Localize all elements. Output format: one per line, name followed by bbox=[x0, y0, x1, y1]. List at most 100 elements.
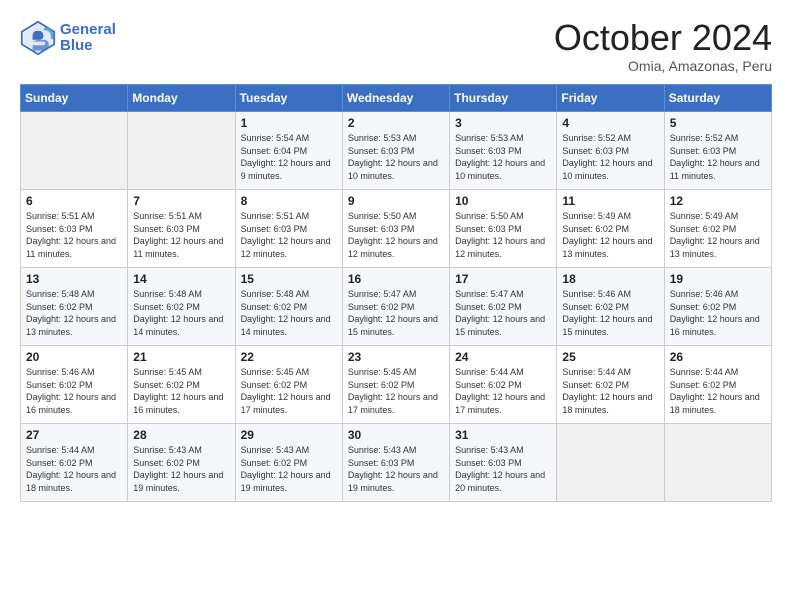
day-number: 24 bbox=[455, 350, 551, 364]
day-info: Sunrise: 5:54 AMSunset: 6:04 PMDaylight:… bbox=[241, 132, 337, 182]
day-info: Sunrise: 5:48 AMSunset: 6:02 PMDaylight:… bbox=[26, 288, 122, 338]
day-number: 13 bbox=[26, 272, 122, 286]
day-info: Sunrise: 5:50 AMSunset: 6:03 PMDaylight:… bbox=[348, 210, 444, 260]
day-info: Sunrise: 5:44 AMSunset: 6:02 PMDaylight:… bbox=[26, 444, 122, 494]
calendar-cell: 7Sunrise: 5:51 AMSunset: 6:03 PMDaylight… bbox=[128, 190, 235, 268]
calendar-cell: 27 Sunrise: 5:44 AMSunset: 6:02 PMDayligh… bbox=[21, 424, 128, 502]
day-number: 12 bbox=[670, 194, 766, 208]
calendar-table: SundayMondayTuesdayWednesdayThursdayFrid… bbox=[20, 84, 772, 502]
month-title: October 2024 bbox=[554, 20, 772, 56]
calendar-cell: 25 Sunrise: 5:44 AMSunset: 6:02 PMDayligh… bbox=[557, 346, 664, 424]
logo: General Blue bbox=[20, 20, 116, 56]
calendar-cell: 11 Sunrise: 5:49 AMSunset: 6:02 PMDayligh… bbox=[557, 190, 664, 268]
calendar-cell bbox=[664, 424, 771, 502]
calendar-cell: 31 Sunrise: 5:43 AMSunset: 6:03 PMDayligh… bbox=[450, 424, 557, 502]
day-number: 26 bbox=[670, 350, 766, 364]
weekday-header-monday: Monday bbox=[128, 85, 235, 112]
day-number: 29 bbox=[241, 428, 337, 442]
day-number: 31 bbox=[455, 428, 551, 442]
day-number: 15 bbox=[241, 272, 337, 286]
calendar-week-row: 6 Sunrise: 5:51 AMSunset: 6:03 PMDaylight… bbox=[21, 190, 772, 268]
calendar-cell: 10Sunrise: 5:50 AMSunset: 6:03 PMDayligh… bbox=[450, 190, 557, 268]
calendar-cell: 4 Sunrise: 5:52 AMSunset: 6:03 PMDaylight… bbox=[557, 112, 664, 190]
day-info: Sunrise: 5:51 AMSunset: 6:03 PMDaylight:… bbox=[241, 210, 337, 260]
day-number: 1 bbox=[241, 116, 337, 130]
day-number: 18 bbox=[562, 272, 658, 286]
day-info: Sunrise: 5:43 AMSunset: 6:02 PMDaylight:… bbox=[241, 444, 337, 494]
weekday-header-sunday: Sunday bbox=[21, 85, 128, 112]
day-info: Sunrise: 5:52 AMSunset: 6:03 PMDaylight:… bbox=[670, 132, 766, 182]
day-info: Sunrise: 5:43 AMSunset: 6:02 PMDaylight:… bbox=[133, 444, 229, 494]
calendar-cell bbox=[128, 112, 235, 190]
day-number: 9 bbox=[348, 194, 444, 208]
calendar-cell: 29 Sunrise: 5:43 AMSunset: 6:02 PMDayligh… bbox=[235, 424, 342, 502]
day-number: 27 bbox=[26, 428, 122, 442]
day-number: 21 bbox=[133, 350, 229, 364]
day-info: Sunrise: 5:47 AMSunset: 6:02 PMDaylight:… bbox=[455, 288, 551, 338]
day-info: Sunrise: 5:46 AMSunset: 6:02 PMDaylight:… bbox=[670, 288, 766, 338]
day-info: Sunrise: 5:53 AMSunset: 6:03 PMDaylight:… bbox=[455, 132, 551, 182]
calendar-cell: 9 Sunrise: 5:50 AMSunset: 6:03 PMDaylight… bbox=[342, 190, 449, 268]
weekday-header-wednesday: Wednesday bbox=[342, 85, 449, 112]
day-number: 6 bbox=[26, 194, 122, 208]
calendar-week-row: 20Sunrise: 5:46 AMSunset: 6:02 PMDayligh… bbox=[21, 346, 772, 424]
calendar-cell: 21 Sunrise: 5:45 AMSunset: 6:02 PMDayligh… bbox=[128, 346, 235, 424]
day-info: Sunrise: 5:48 AMSunset: 6:02 PMDaylight:… bbox=[133, 288, 229, 338]
calendar-cell: 24 Sunrise: 5:44 AMSunset: 6:02 PMDayligh… bbox=[450, 346, 557, 424]
day-info: Sunrise: 5:51 AMSunset: 6:03 PMDaylight:… bbox=[26, 210, 122, 260]
day-info: Sunrise: 5:43 AMSunset: 6:03 PMDaylight:… bbox=[348, 444, 444, 494]
day-info: Sunrise: 5:45 AMSunset: 6:02 PMDaylight:… bbox=[348, 366, 444, 416]
weekday-header-thursday: Thursday bbox=[450, 85, 557, 112]
calendar-cell: 19 Sunrise: 5:46 AMSunset: 6:02 PMDayligh… bbox=[664, 268, 771, 346]
day-number: 4 bbox=[562, 116, 658, 130]
day-info: Sunrise: 5:44 AMSunset: 6:02 PMDaylight:… bbox=[562, 366, 658, 416]
day-info: Sunrise: 5:47 AMSunset: 6:02 PMDaylight:… bbox=[348, 288, 444, 338]
day-number: 19 bbox=[670, 272, 766, 286]
calendar-cell: 16Sunrise: 5:47 AMSunset: 6:02 PMDayligh… bbox=[342, 268, 449, 346]
calendar-cell: 23Sunrise: 5:45 AMSunset: 6:02 PMDayligh… bbox=[342, 346, 449, 424]
day-number: 8 bbox=[241, 194, 337, 208]
day-info: Sunrise: 5:43 AMSunset: 6:03 PMDaylight:… bbox=[455, 444, 551, 494]
calendar-cell: 1 Sunrise: 5:54 AMSunset: 6:04 PMDaylight… bbox=[235, 112, 342, 190]
calendar-cell: 17Sunrise: 5:47 AMSunset: 6:02 PMDayligh… bbox=[450, 268, 557, 346]
day-number: 7 bbox=[133, 194, 229, 208]
day-info: Sunrise: 5:48 AMSunset: 6:02 PMDaylight:… bbox=[241, 288, 337, 338]
day-info: Sunrise: 5:45 AMSunset: 6:02 PMDaylight:… bbox=[133, 366, 229, 416]
calendar-cell bbox=[557, 424, 664, 502]
day-info: Sunrise: 5:45 AMSunset: 6:02 PMDaylight:… bbox=[241, 366, 337, 416]
title-block: October 2024 Omia, Amazonas, Peru bbox=[554, 20, 772, 74]
calendar-week-row: 1 Sunrise: 5:54 AMSunset: 6:04 PMDaylight… bbox=[21, 112, 772, 190]
day-info: Sunrise: 5:53 AMSunset: 6:03 PMDaylight:… bbox=[348, 132, 444, 182]
calendar-header-row: SundayMondayTuesdayWednesdayThursdayFrid… bbox=[21, 85, 772, 112]
day-number: 25 bbox=[562, 350, 658, 364]
weekday-header-saturday: Saturday bbox=[664, 85, 771, 112]
day-number: 5 bbox=[670, 116, 766, 130]
calendar-cell: 28 Sunrise: 5:43 AMSunset: 6:02 PMDayligh… bbox=[128, 424, 235, 502]
calendar-cell: 13 Sunrise: 5:48 AMSunset: 6:02 PMDayligh… bbox=[21, 268, 128, 346]
day-info: Sunrise: 5:44 AMSunset: 6:02 PMDaylight:… bbox=[455, 366, 551, 416]
calendar-cell: 6 Sunrise: 5:51 AMSunset: 6:03 PMDaylight… bbox=[21, 190, 128, 268]
calendar-cell: 15 Sunrise: 5:48 AMSunset: 6:02 PMDayligh… bbox=[235, 268, 342, 346]
calendar-cell: 12 Sunrise: 5:49 AMSunset: 6:02 PMDayligh… bbox=[664, 190, 771, 268]
weekday-header-friday: Friday bbox=[557, 85, 664, 112]
day-info: Sunrise: 5:49 AMSunset: 6:02 PMDaylight:… bbox=[562, 210, 658, 260]
logo-text: General Blue bbox=[60, 22, 116, 55]
day-number: 22 bbox=[241, 350, 337, 364]
calendar-cell bbox=[21, 112, 128, 190]
day-number: 11 bbox=[562, 194, 658, 208]
day-info: Sunrise: 5:52 AMSunset: 6:03 PMDaylight:… bbox=[562, 132, 658, 182]
day-number: 10 bbox=[455, 194, 551, 208]
calendar-cell: 3Sunrise: 5:53 AMSunset: 6:03 PMDaylight… bbox=[450, 112, 557, 190]
logo-icon bbox=[20, 20, 56, 56]
day-number: 30 bbox=[348, 428, 444, 442]
calendar-cell: 14 Sunrise: 5:48 AMSunset: 6:02 PMDayligh… bbox=[128, 268, 235, 346]
calendar-cell: 30 Sunrise: 5:43 AMSunset: 6:03 PMDayligh… bbox=[342, 424, 449, 502]
day-info: Sunrise: 5:49 AMSunset: 6:02 PMDaylight:… bbox=[670, 210, 766, 260]
calendar-week-row: 27 Sunrise: 5:44 AMSunset: 6:02 PMDayligh… bbox=[21, 424, 772, 502]
calendar-cell: 2 Sunrise: 5:53 AMSunset: 6:03 PMDaylight… bbox=[342, 112, 449, 190]
day-number: 14 bbox=[133, 272, 229, 286]
day-number: 28 bbox=[133, 428, 229, 442]
day-number: 2 bbox=[348, 116, 444, 130]
location: Omia, Amazonas, Peru bbox=[554, 58, 772, 74]
weekday-header-tuesday: Tuesday bbox=[235, 85, 342, 112]
